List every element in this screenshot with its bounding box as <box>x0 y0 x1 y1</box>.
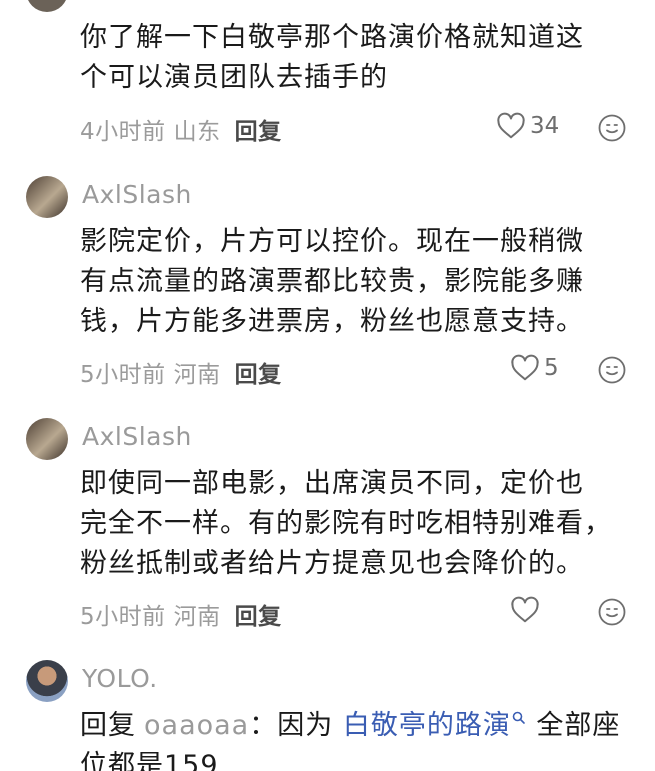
like-button[interactable] <box>510 596 544 624</box>
heart-outline-icon <box>511 354 539 381</box>
avatar[interactable] <box>26 660 68 702</box>
username[interactable]: YOLO. <box>82 664 158 693</box>
comment-text-line: 回复 oaaoaa：因为 白敬亭的路演 全部座 <box>80 706 640 746</box>
heart-outline-icon <box>511 596 539 623</box>
comment-text-line: 完全不一样。有的影院有时吃相特别难看， <box>80 508 612 539</box>
comment-meta: 5小时前 河南 回复 <box>80 597 282 631</box>
like-count: 34 <box>530 113 560 139</box>
comment-region: 河南 <box>173 604 221 630</box>
comment-meta: 4小时前 山东 回复 <box>80 112 282 146</box>
like-count: 5 <box>544 355 559 381</box>
search-link[interactable]: 白敬亭的路演 <box>343 710 511 741</box>
reply-button[interactable]: 回复 <box>235 362 282 388</box>
comment-text-line: 位都是159 <box>80 750 219 771</box>
comment-text: 回复 oaaoaa：因为 白敬亭的路演 全部座 位都是159 <box>80 706 640 771</box>
reply-to-username[interactable]: oaaoaa <box>144 710 249 741</box>
avatar[interactable] <box>26 0 68 12</box>
username[interactable]: AxlSlash <box>82 180 192 209</box>
comment-time: 5小时前 <box>80 362 166 388</box>
comment-thread: 你了解一下白敬亭那个路演价格就知道这 个可以演员团队去插手的 4小时前 山东回复 … <box>0 0 655 771</box>
smiley-icon[interactable] <box>597 355 627 385</box>
comment-time: 4小时前 <box>80 119 166 145</box>
comment-text-line: 钱，片方能多进票房，粉丝也愿意支持。 <box>80 306 584 337</box>
reply-button[interactable]: 回复 <box>235 604 282 630</box>
comment-text-fragment: ：因为 <box>249 710 343 741</box>
username[interactable]: AxlSlash <box>82 422 192 451</box>
comment-meta: 5小时前 河南 回复 <box>80 355 282 389</box>
smiley-icon[interactable] <box>597 597 627 627</box>
reply-button[interactable]: 回复 <box>235 119 282 145</box>
comment-text: 你了解一下白敬亭那个路演价格就知道这 个可以演员团队去插手的 <box>80 18 640 98</box>
comment-time: 5小时前 <box>80 604 166 630</box>
search-icon[interactable] <box>511 710 527 726</box>
like-button[interactable]: 5 <box>510 354 559 382</box>
smiley-icon[interactable] <box>597 113 627 143</box>
comment-text-line: 你了解一下白敬亭那个路演价格就知道这 <box>80 22 584 53</box>
heart-outline-icon <box>497 112 525 139</box>
like-button[interactable]: 34 <box>496 112 559 140</box>
comment-region: 山东 <box>173 119 221 145</box>
comment-text: 即使同一部电影，出席演员不同，定价也 完全不一样。有的影院有时吃相特别难看， 粉… <box>80 464 640 584</box>
comment-text-line: 有点流量的路演票都比较贵，影院能多赚 <box>80 266 584 297</box>
avatar[interactable] <box>26 418 68 460</box>
comment-text-line: 影院定价，片方可以控价。现在一般稍微 <box>80 226 584 257</box>
comment-text-line: 即使同一部电影，出席演员不同，定价也 <box>80 468 584 499</box>
comment-text-fragment: 全部座 <box>526 710 621 741</box>
comment-region: 河南 <box>173 362 221 388</box>
comment-text-line: 粉丝抵制或者给片方提意见也会降价的。 <box>80 548 584 579</box>
comment-text: 影院定价，片方可以控价。现在一般稍微 有点流量的路演票都比较贵，影院能多赚 钱，… <box>80 222 640 342</box>
comment-text-line: 个可以演员团队去插手的 <box>80 62 388 93</box>
reply-prefix: 回复 <box>80 710 136 741</box>
avatar[interactable] <box>26 176 68 218</box>
